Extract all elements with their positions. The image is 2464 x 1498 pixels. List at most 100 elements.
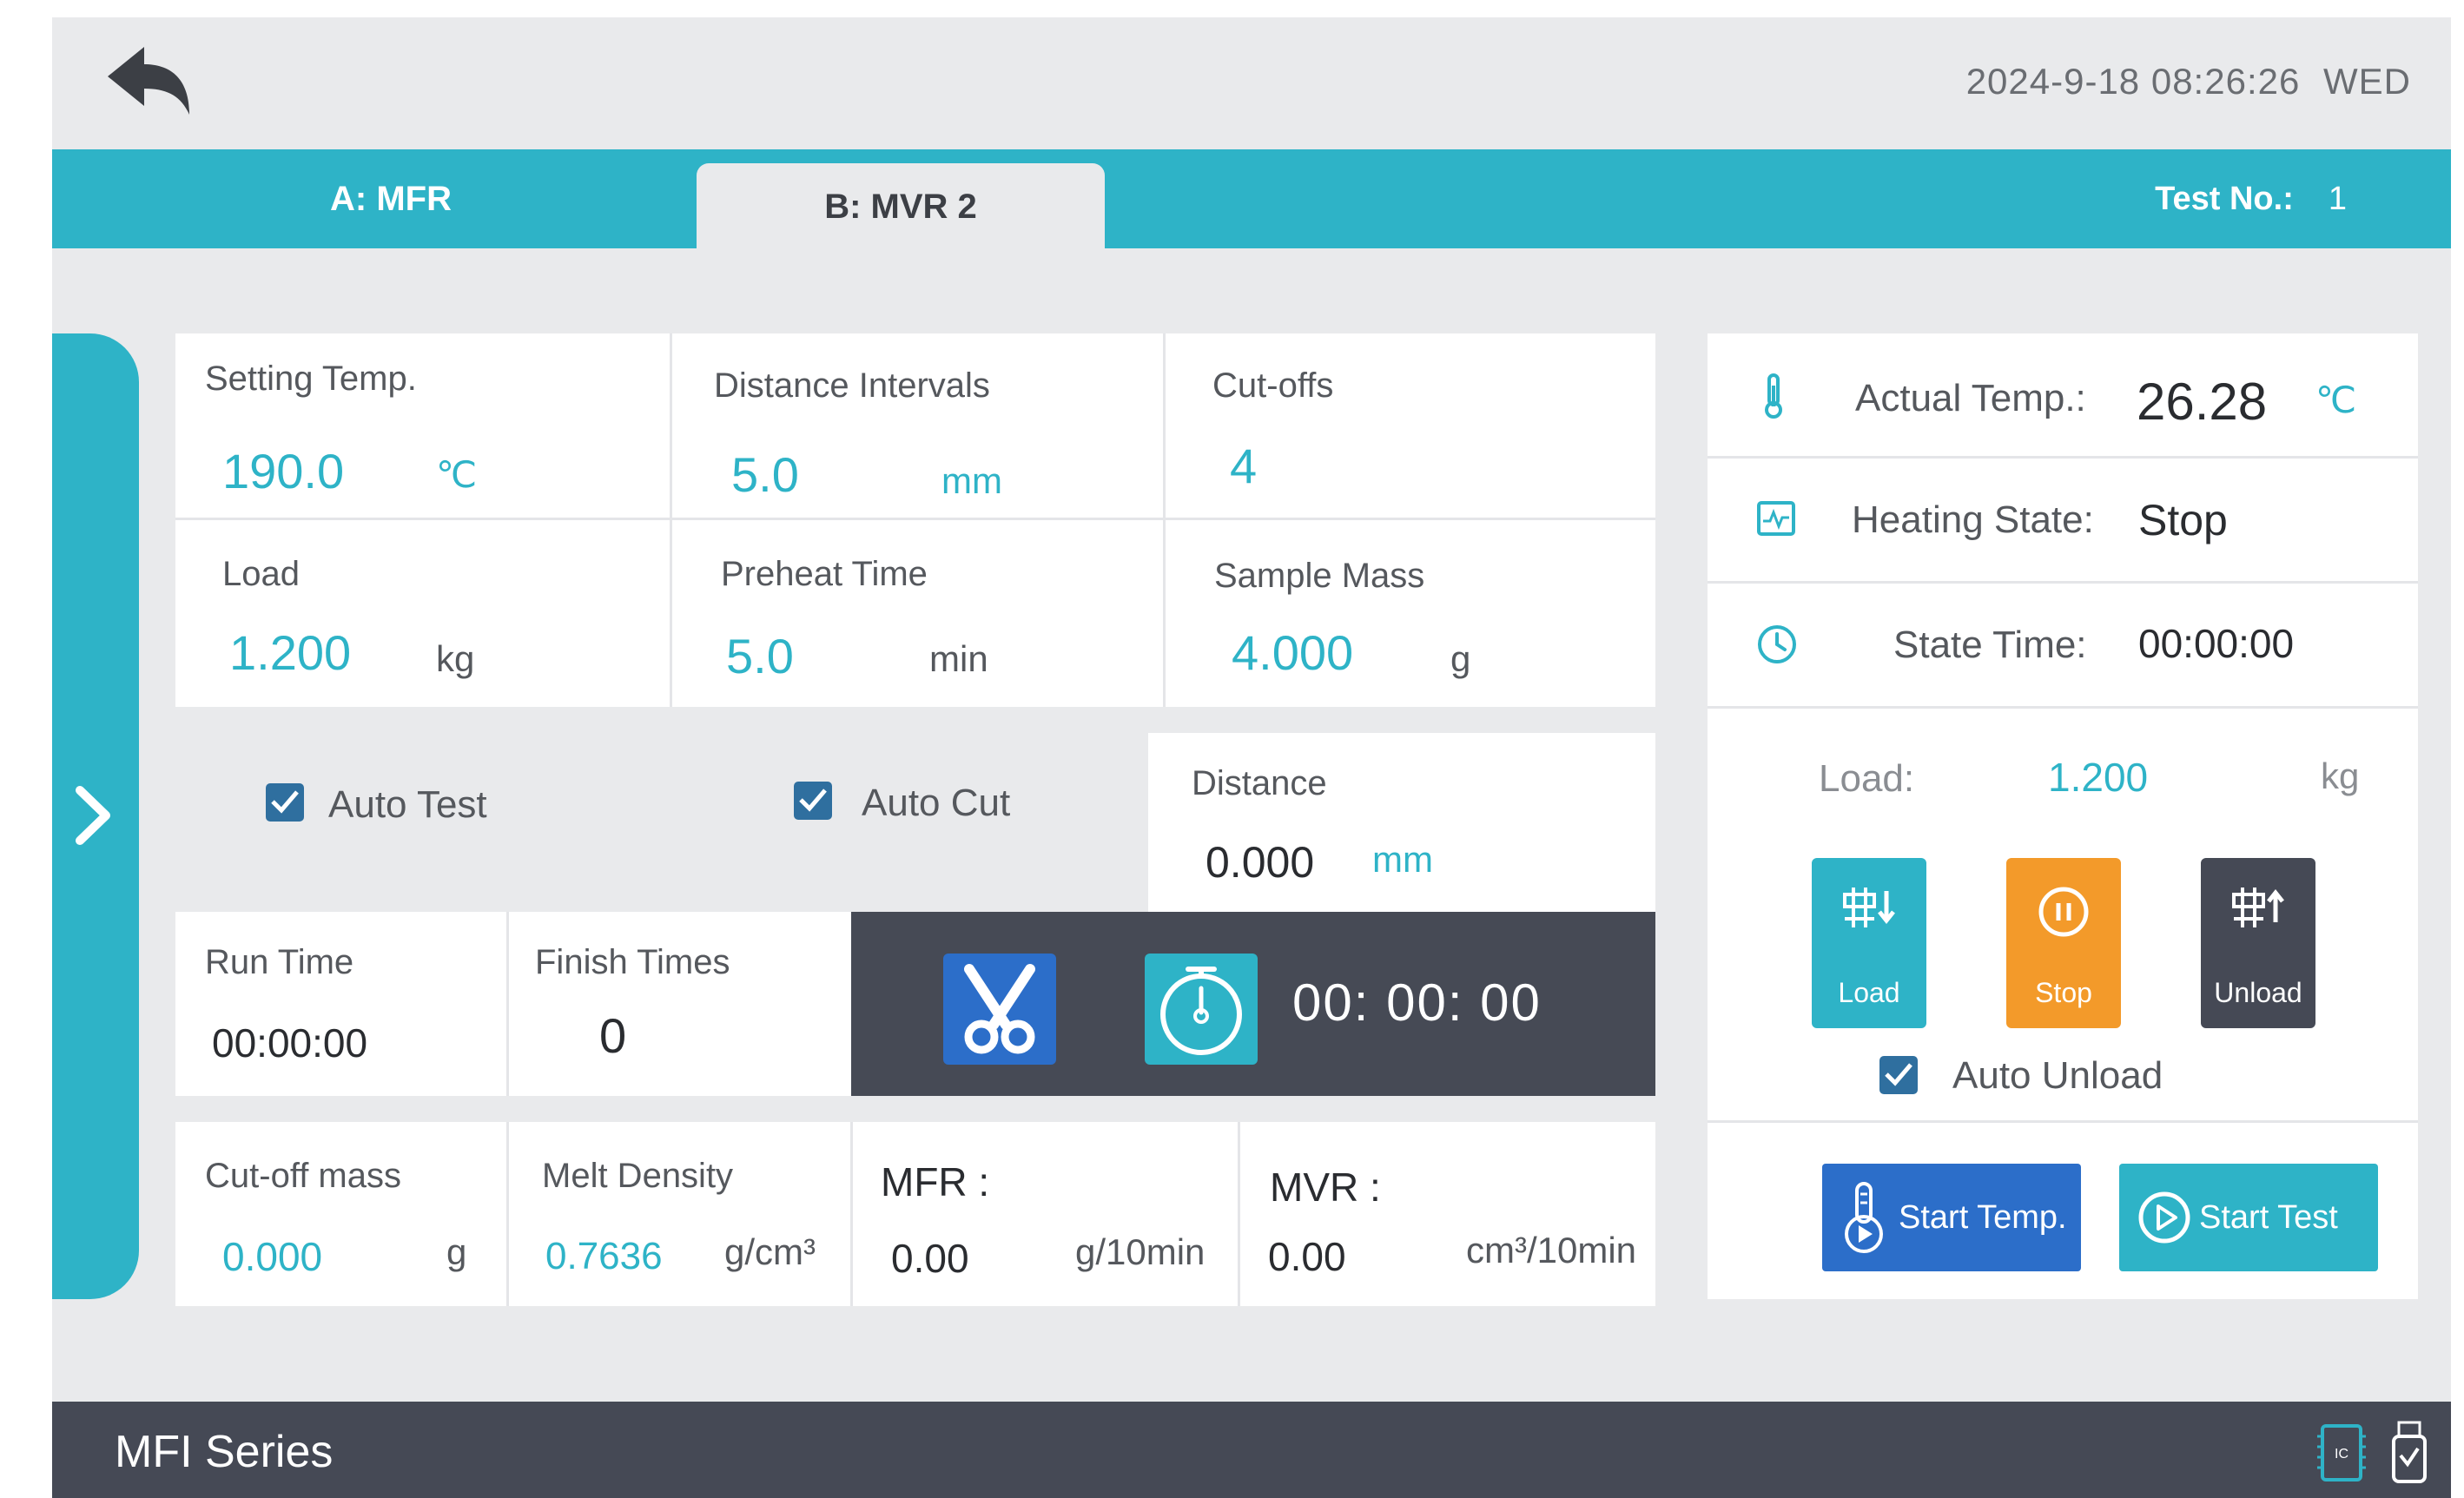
cutter-timer-strip: 00: 00: 00 [851,912,1655,1096]
check-icon [271,790,299,814]
datetime-display: 2024-9-18 08:26:26 WED [1966,61,2411,102]
unload-button-label: Unload [2214,977,2302,1008]
cut-offs-cell[interactable]: Cut-offs 4 [1166,333,1655,520]
tab-b-mvr[interactable]: B: MVR 2 [697,163,1105,250]
auto-test-label: Auto Test [328,783,487,826]
start-temp-label: Start Temp. [1899,1198,2067,1236]
cutoff-mass-label: Cut-off mass [205,1157,401,1195]
cut-offs-label: Cut-offs [1212,366,1334,405]
preheat-time-label: Preheat Time [721,555,928,593]
action-divider [1708,1120,2418,1123]
stop-button[interactable]: Stop [2006,858,2121,1028]
parameter-panel: Setting Temp. 190.0 ℃ Distance Intervals… [175,333,1655,707]
tab-bar: A: MFR B: MVR 2 Test No.: 1 [52,149,2451,250]
melt-density-label: Melt Density [542,1157,734,1195]
timer-icon-box [1145,954,1258,1065]
unload-button[interactable]: Unload [2201,858,2315,1028]
melt-density-unit: g/cm³ [724,1231,816,1272]
side-drawer-toggle[interactable] [52,333,139,1299]
start-test-button[interactable]: Start Test [2119,1164,2378,1271]
sample-mass-cell[interactable]: Sample Mass 4.000 g [1166,520,1655,707]
stop-button-label: Stop [2035,977,2092,1008]
cut-button[interactable] [943,954,1056,1065]
cut-timer-value: 00: 00: 00 [1292,973,1542,1032]
series-title: MFI Series [115,1427,334,1477]
load-button[interactable]: Load [1812,858,1926,1028]
check-icon [1885,1063,1912,1086]
back-arrow-icon [108,47,189,115]
distance-label: Distance [1192,764,1327,802]
weekday-text: WED [2323,61,2411,102]
auto-cut-label: Auto Cut [862,782,1011,824]
load-param-cell[interactable]: Load 1.200 kg [175,520,672,707]
run-time-label: Run Time [205,943,354,981]
tab-a-mfr[interactable]: A: MFR [191,149,591,248]
play-circle-icon [2138,1191,2190,1244]
auto-test-checkbox[interactable] [266,783,304,822]
auto-unload-label: Auto Unload [1952,1054,2163,1097]
datetime-text: 2024-9-18 08:26:26 [1965,61,2301,102]
melt-density-value: 0.7636 [545,1235,663,1277]
app-screen: 2024-9-18 08:26:26 WED A: MFR B: MVR 2 T… [52,17,2451,1498]
cutoff-mass-value: 0.000 [222,1234,323,1279]
actual-temp-label: Actual Temp.: [1855,377,2086,419]
setting-temp-value: 190.0 [222,444,345,498]
distance-intervals-value: 5.0 [731,447,799,502]
ic-chip-text: IC [2335,1447,2348,1462]
distance-panel: Distance 0.000 mm [1148,733,1655,912]
pause-circle-icon [2038,887,2089,937]
back-button[interactable] [102,42,195,120]
preheat-time-cell[interactable]: Preheat Time 5.0 min [672,520,1166,707]
load-button-label: Load [1838,977,1900,1008]
auto-cut-checkbox[interactable] [794,782,832,820]
distance-intervals-cell[interactable]: Distance Intervals 5.0 mm [672,333,1166,520]
footer-status-icons: IC [2316,1421,2428,1485]
cut-offs-value: 4 [1230,439,1258,493]
mvr-unit: cm³/10min [1466,1230,1637,1270]
actual-temp-unit: ℃ [2315,379,2357,420]
cutoff-mass-cell: Cut-off mass 0.000 g [175,1122,509,1306]
distance-intervals-unit: mm [941,460,1002,501]
cutoff-mass-unit: g [446,1231,467,1272]
distance-unit: mm [1372,839,1433,880]
thermometer-play-icon [1845,1182,1883,1253]
run-time-cell: Run Time 00:00:00 [175,912,509,1096]
unload-up-icon [2232,888,2284,927]
load-down-icon [1843,888,1895,927]
actual-temp-row: Actual Temp.: 26.28 ℃ [1708,333,2418,459]
test-number-value: 1 [2328,180,2347,217]
mvr-value: 0.00 [1268,1234,1346,1279]
load-param-label: Load [222,555,300,593]
sample-mass-value: 4.000 [1232,625,1354,680]
start-test-label: Start Test [2199,1198,2338,1236]
mvr-label: MVR : [1270,1165,1381,1210]
thermometer-icon [1765,373,1782,419]
finish-times-label: Finish Times [535,943,730,981]
heating-state-label: Heating State: [1852,498,2094,541]
start-temp-button[interactable]: Start Temp. [1822,1164,2081,1271]
state-time-value: 00:00:00 [2138,621,2295,666]
actual-temp-value: 26.28 [2137,373,2268,431]
chevron-right-icon [76,786,110,845]
heating-state-value: Stop [2138,496,2228,544]
mfr-unit: g/10min [1075,1231,1206,1272]
ic-card-icon: IC [2316,1424,2366,1482]
stopwatch-icon [1160,967,1242,1055]
run-info-panel: Run Time 00:00:00 Finish Times 0 [175,912,851,1096]
mfr-label: MFR : [881,1159,990,1204]
setting-temp-label: Setting Temp. [205,360,417,398]
run-time-value: 00:00:00 [212,1020,368,1066]
load-status-unit: kg [2321,756,2360,796]
load-status-value: 1.200 [2048,755,2149,800]
auto-unload-checkbox[interactable] [1879,1056,1918,1094]
test-number-label: Test No.: [2155,180,2294,217]
footer-bar: MFI Series IC [52,1402,2451,1498]
setting-temp-cell[interactable]: Setting Temp. 190.0 ℃ [175,333,672,520]
state-time-label: State Time: [1893,624,2087,666]
melt-density-cell[interactable]: Melt Density 0.7636 g/cm³ [509,1122,853,1306]
sample-mass-label: Sample Mass [1214,557,1425,595]
usb-drive-icon [2392,1421,2427,1483]
mfr-result-cell: MFR : 0.00 g/10min [853,1122,1240,1306]
heating-state-row: Heating State: Stop [1708,459,2418,584]
distance-value: 0.000 [1206,838,1315,887]
